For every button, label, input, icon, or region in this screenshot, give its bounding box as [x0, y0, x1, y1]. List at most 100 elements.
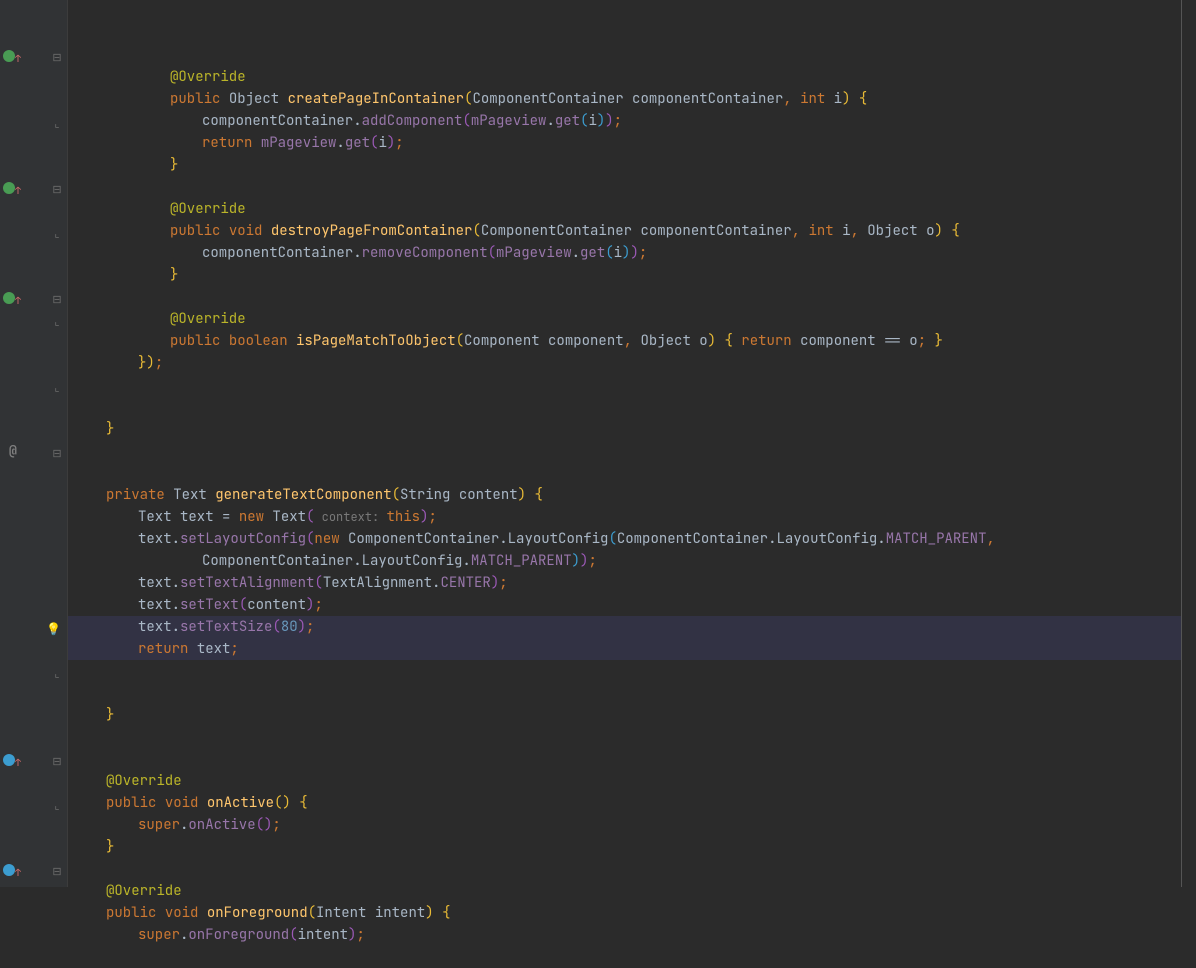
token-param: content [247, 596, 306, 614]
code-line[interactable] [74, 682, 1181, 704]
token-field: CENTER [440, 574, 490, 592]
token-dot: . [180, 926, 188, 944]
code-line[interactable] [74, 396, 1181, 418]
token-cls: ComponentContainer [202, 552, 353, 570]
code-line[interactable]: @Override [74, 308, 1181, 330]
code-line[interactable]: componentContainer.addComponent(mPagevie… [74, 110, 1181, 132]
override-gutter-icon[interactable]: ↑ [3, 180, 17, 194]
code-line[interactable] [74, 726, 1181, 748]
override-gutter-icon[interactable]: ↑ [3, 752, 17, 766]
code-line[interactable]: @Override [74, 198, 1181, 220]
code-line[interactable]: } [74, 154, 1181, 176]
token-param: intent [298, 926, 348, 944]
token-cls: ComponentContainer [481, 222, 641, 240]
fold-collapse-icon[interactable]: ⊟ [52, 47, 62, 69]
token-param: component [548, 332, 624, 350]
token-cls: LayoutConfig [362, 552, 463, 570]
code-line[interactable]: return mPageview.get(i); [74, 132, 1181, 154]
related-problem-gutter-icon[interactable]: @ [9, 440, 17, 462]
override-gutter-icon[interactable]: ↑ [3, 48, 17, 62]
token-semi: ; [588, 552, 596, 570]
token-mcall: get [580, 244, 605, 262]
code-line[interactable]: public boolean isPageMatchToObject(Compo… [74, 330, 1181, 352]
code-line[interactable] [74, 462, 1181, 484]
token-cls: ComponentContainer [348, 530, 499, 548]
code-line[interactable]: public void onForeground(Intent intent) … [74, 902, 1181, 924]
token-kw: super [138, 926, 180, 944]
fold-end-icon: ⌞ [52, 223, 62, 245]
override-gutter-icon[interactable]: ↑ [3, 290, 17, 304]
token-param: text [138, 618, 172, 636]
code-line[interactable]: } [74, 836, 1181, 858]
token-param: text [138, 596, 172, 614]
token-field: mPageview [471, 112, 547, 130]
token-param: text [138, 574, 172, 592]
code-line[interactable]: private Text generateTextComponent(Strin… [74, 484, 1181, 506]
token-dot: . [172, 530, 180, 548]
code-line[interactable]: Text text = new Text( context: this); [74, 506, 1181, 528]
token-dot: . [172, 618, 180, 636]
code-line[interactable]: super.onActive(); [74, 814, 1181, 836]
token-cls: Text [138, 508, 180, 526]
fold-collapse-icon[interactable]: ⊟ [52, 289, 62, 311]
token-dot: . [499, 530, 507, 548]
token-dot: . [877, 530, 885, 548]
token-cls: ComponentContainer [617, 530, 768, 548]
intention-bulb-icon[interactable]: 💡 [46, 618, 61, 640]
code-line[interactable]: } [74, 704, 1181, 726]
fold-collapse-icon[interactable]: ⊟ [52, 751, 62, 773]
code-line[interactable] [74, 176, 1181, 198]
token-param: text [197, 640, 231, 658]
token-dot: . [172, 596, 180, 614]
token-paren0: ) [935, 222, 952, 240]
code-line[interactable]: }); [74, 352, 1181, 374]
code-line[interactable]: public void destroyPageFromContainer(Com… [74, 220, 1181, 242]
token-paren1: ) [348, 926, 356, 944]
code-line[interactable] [74, 440, 1181, 462]
code-line[interactable] [74, 44, 1181, 66]
code-line[interactable]: public void onActive() { [74, 792, 1181, 814]
token-paren0: } [935, 332, 943, 350]
code-line[interactable]: text.setText(content); [74, 594, 1181, 616]
fold-collapse-icon[interactable]: ⊟ [52, 179, 62, 201]
fold-end-icon: ⌞ [52, 113, 62, 135]
code-line[interactable] [74, 660, 1181, 682]
code-line[interactable] [74, 374, 1181, 396]
code-line[interactable]: } [74, 418, 1181, 440]
token-field: mPageview [496, 244, 572, 262]
code-line[interactable]: text.setTextSize(80); [74, 616, 1181, 638]
token-cls: Text [173, 486, 215, 504]
code-editor[interactable]: @Overridepublic Object createPageInConta… [68, 0, 1181, 887]
code-line[interactable]: return text; [74, 638, 1181, 660]
token-mcall: onActive [188, 816, 255, 834]
code-line[interactable]: super.onForeground(intent); [74, 924, 1181, 946]
code-line[interactable]: } [74, 264, 1181, 286]
code-line[interactable]: text.setLayoutConfig(new ComponentContai… [74, 528, 1181, 550]
code-line[interactable]: ComponentContainer.LayoutConfig.MATCH_PA… [74, 550, 1181, 572]
token-ann: @Override [170, 310, 246, 328]
code-line[interactable] [74, 858, 1181, 880]
token-ann: @Override [170, 200, 246, 218]
token-field: MATCH_PARENT [471, 552, 572, 570]
code-line[interactable]: componentContainer.removeComponent(mPage… [74, 242, 1181, 264]
fold-collapse-icon[interactable]: ⊟ [52, 861, 62, 883]
token-cls: TextAlignment [323, 574, 432, 592]
token-kw: super [138, 816, 180, 834]
code-line[interactable] [74, 286, 1181, 308]
token-cls: Intent [316, 904, 375, 922]
fold-collapse-icon[interactable]: ⊟ [52, 443, 62, 465]
token-dot: . [353, 244, 361, 262]
override-gutter-icon[interactable]: ↑ [3, 862, 17, 876]
token-paren0: } [170, 156, 178, 174]
code-line[interactable]: public Object createPageInContainer(Comp… [74, 88, 1181, 110]
token-kw: boolean [229, 332, 296, 350]
code-line[interactable]: @Override [74, 66, 1181, 88]
token-kw: int [808, 222, 842, 240]
token-paren0: { [859, 90, 867, 108]
code-line[interactable] [74, 748, 1181, 770]
code-line[interactable]: @Override [74, 770, 1181, 792]
code-line[interactable]: text.setTextAlignment(TextAlignment.CENT… [74, 572, 1181, 594]
token-semi: ; [918, 332, 935, 350]
code-line[interactable]: @Override [74, 880, 1181, 902]
token-semi: , [624, 332, 641, 350]
